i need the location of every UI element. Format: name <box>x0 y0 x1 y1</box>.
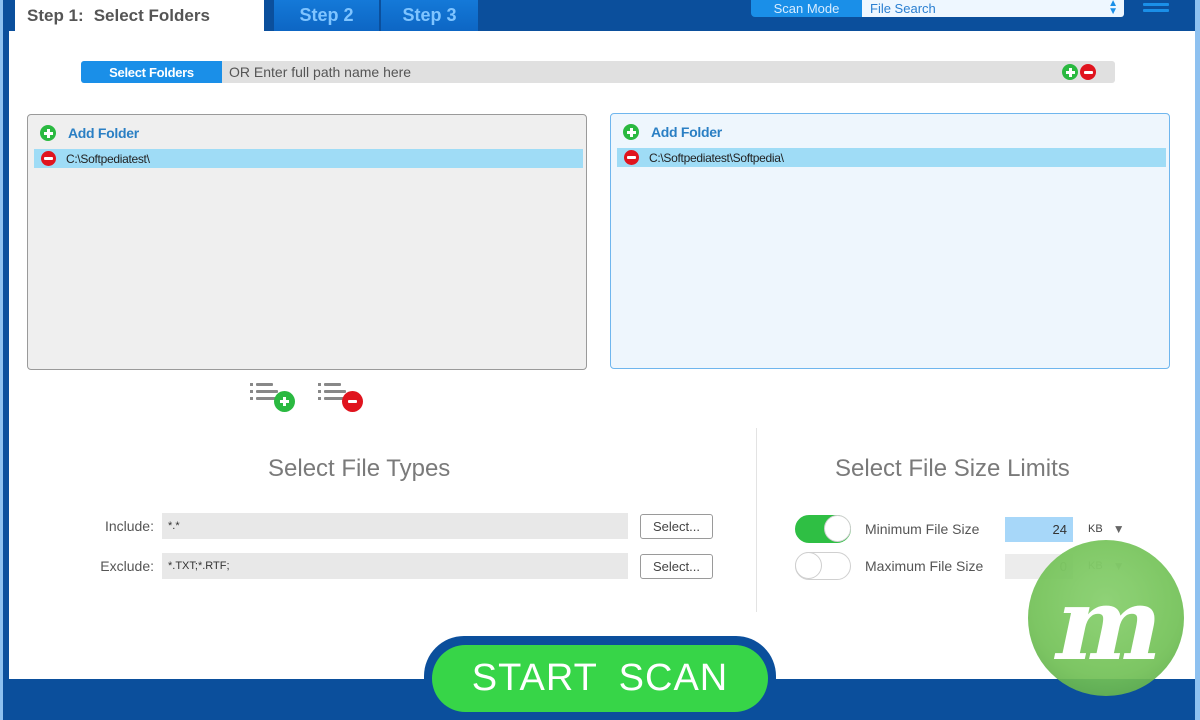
include-select-button[interactable]: Select... <box>640 513 713 539</box>
min-size-row: Minimum File Size 24 KB ▼ <box>795 515 1125 543</box>
window-left-edge <box>0 0 9 720</box>
add-folder-label: Add Folder <box>68 125 139 141</box>
max-size-toggle[interactable] <box>795 552 851 580</box>
include-input[interactable]: *.* <box>162 513 628 539</box>
add-folder-label: Add Folder <box>651 124 722 140</box>
tab-step-3[interactable]: Step 3 <box>381 0 478 31</box>
include-label: Include: <box>104 518 154 534</box>
list-add-icon[interactable] <box>250 382 296 412</box>
start-scan-button[interactable]: START SCAN <box>432 645 768 712</box>
section-divider <box>756 428 757 612</box>
folder-path: C:\Softpediatest\ <box>66 151 150 166</box>
select-folders-button[interactable]: Select Folders <box>81 61 222 83</box>
include-row: Include: *.* Select... <box>82 513 713 539</box>
select-arrows-icon: ▲ ▼ <box>1108 0 1118 17</box>
folder-panel-right: Add Folder C:\Softpediatest\Softpedia\ <box>610 113 1170 369</box>
scan-mode-label: Scan Mode <box>751 0 862 17</box>
app-window: Step 1: Select Folders Step 2 Step 3 Sca… <box>0 0 1200 720</box>
plus-circle-icon[interactable] <box>1062 64 1078 80</box>
path-bar: Select Folders OR Enter full path name h… <box>81 61 1115 83</box>
scan-mode-value: File Search <box>870 1 936 16</box>
exclude-select-button[interactable]: Select... <box>640 553 713 579</box>
tab-step-2[interactable]: Step 2 <box>274 0 379 31</box>
plus-circle-icon <box>623 124 639 140</box>
plus-circle-icon <box>40 125 56 141</box>
minus-circle-icon[interactable] <box>1080 64 1096 80</box>
min-size-unit-dropdown-icon[interactable]: ▼ <box>1113 522 1125 536</box>
size-limits-title: Select File Size Limits <box>835 455 1070 482</box>
watermark-logo-icon: m <box>1028 540 1184 696</box>
max-size-label: Maximum File Size <box>865 558 984 574</box>
path-actions <box>1062 64 1096 80</box>
min-size-input[interactable]: 24 <box>1005 516 1073 542</box>
path-input[interactable]: OR Enter full path name here <box>229 64 1062 80</box>
exclude-row: Exclude: *.TXT;*.RTF; Select... <box>82 553 713 579</box>
folder-list-item[interactable]: C:\Softpediatest\ <box>34 149 583 168</box>
top-bar: Step 1: Select Folders Step 2 Step 3 Sca… <box>9 0 1195 31</box>
min-size-toggle[interactable] <box>795 515 851 543</box>
exclude-input[interactable]: *.TXT;*.RTF; <box>162 553 628 579</box>
tab-step-1[interactable]: Step 1: Select Folders <box>15 0 264 31</box>
folder-path: C:\Softpediatest\Softpedia\ <box>649 150 784 165</box>
add-folder-button-left[interactable]: Add Folder <box>40 125 139 141</box>
remove-folder-icon[interactable] <box>624 150 639 165</box>
tab-step-1-number: Step 1: <box>27 5 84 25</box>
list-remove-icon[interactable] <box>318 382 364 412</box>
exclude-label: Exclude: <box>100 558 154 574</box>
file-types-title: Select File Types <box>268 455 451 482</box>
min-size-unit: KB <box>1088 523 1103 535</box>
folder-list-item[interactable]: C:\Softpediatest\Softpedia\ <box>617 148 1166 167</box>
scan-mode-control: Scan Mode File Search ▲ ▼ <box>751 0 1124 17</box>
window-right-edge <box>1195 0 1200 720</box>
scan-mode-select[interactable]: File Search ▲ ▼ <box>862 0 1124 17</box>
min-size-label: Minimum File Size <box>865 521 980 537</box>
folder-panel-left: Add Folder C:\Softpediatest\ <box>27 114 587 370</box>
hamburger-menu-icon[interactable] <box>1143 0 1169 16</box>
remove-folder-icon[interactable] <box>41 151 56 166</box>
tab-step-1-label: Select Folders <box>93 5 210 25</box>
add-folder-button-right[interactable]: Add Folder <box>623 124 722 140</box>
